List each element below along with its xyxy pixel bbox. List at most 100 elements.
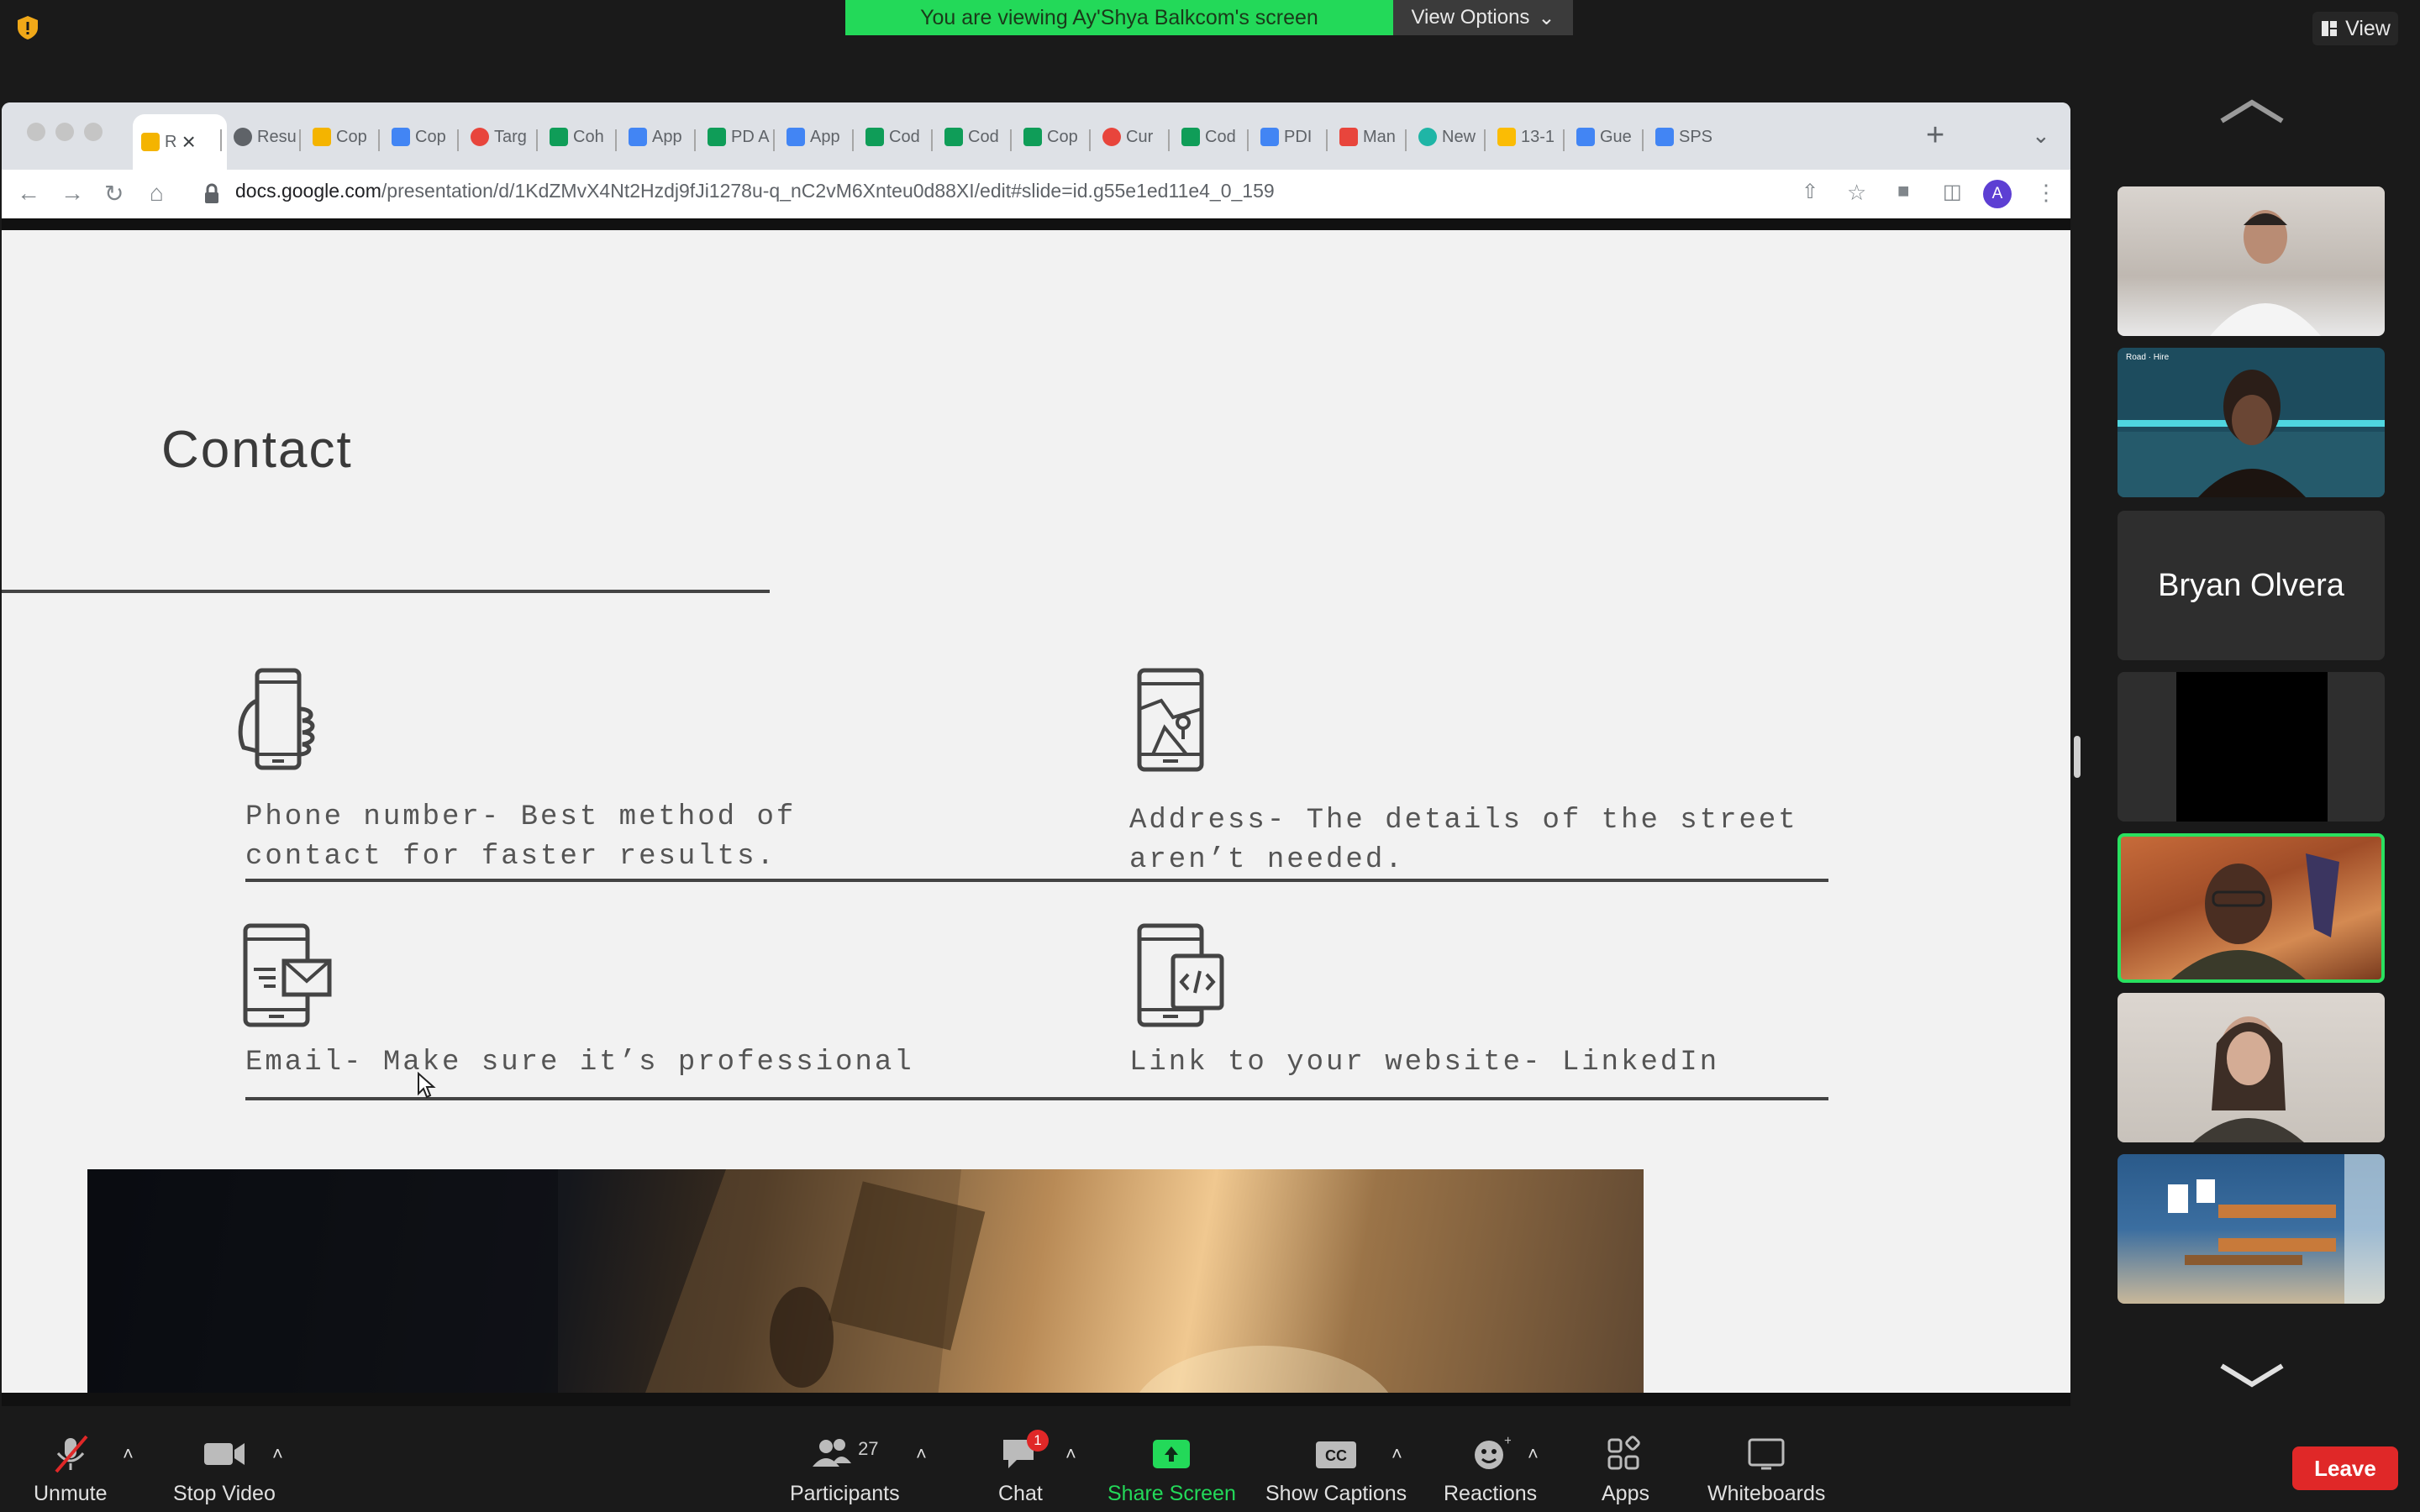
stop-video-button[interactable]: Stop Video [173, 1435, 276, 1506]
security-shield-icon[interactable] [13, 13, 42, 42]
tab-separator [1405, 129, 1407, 151]
home-icon[interactable]: ⌂ [150, 180, 164, 207]
browser-tab[interactable]: Resu [225, 118, 306, 156]
chat-unread-badge: 1 [1027, 1430, 1049, 1452]
gallery-scroll-up-icon[interactable] [2218, 99, 2286, 124]
extensions-puzzle-icon[interactable]: ■ [1897, 180, 1910, 203]
slide-top-border [2, 218, 2070, 230]
whiteboards-button[interactable]: Whiteboards [1707, 1435, 1825, 1506]
participant-name-tile[interactable]: Bryan Olvera [2118, 511, 2385, 660]
view-options-button[interactable]: View Options ⌄ [1393, 0, 1573, 35]
tab-separator [931, 129, 933, 151]
apps-button[interactable]: Apps [1602, 1435, 1649, 1506]
view-button[interactable]: View [2312, 12, 2398, 45]
browser-tab[interactable]: Man [1331, 118, 1412, 156]
share-icon[interactable]: ⇧ [1802, 180, 1818, 204]
lock-icon[interactable] [203, 183, 220, 205]
reload-icon[interactable]: ↻ [104, 180, 124, 207]
browser-tab[interactable]: Cop [1015, 118, 1096, 156]
browser-tab[interactable]: Cod [936, 118, 1017, 156]
close-tab-icon[interactable]: × [182, 129, 195, 155]
globe-icon [234, 128, 252, 146]
slide-title: Contact [161, 421, 353, 479]
browser-tab[interactable]: Cop [304, 118, 385, 156]
tab-separator [852, 129, 854, 151]
new-tab-plus-icon[interactable]: + [1926, 118, 1944, 154]
slide-bottom-border [2, 1393, 2070, 1406]
browser-tab[interactable]: Coh [541, 118, 622, 156]
browser-tab[interactable]: Cod [857, 118, 938, 156]
phone-line-1: Phone number- Best method of [245, 801, 797, 833]
browser-tab[interactable]: App [778, 118, 859, 156]
unmute-button[interactable]: Unmute [34, 1435, 108, 1506]
gallery-scroll-down-icon[interactable] [2218, 1362, 2286, 1388]
browser-tab[interactable]: R × [133, 114, 227, 170]
participant-video-tile-2[interactable]: Road · Hire [2118, 348, 2385, 497]
browser-tab[interactable]: Cop [383, 118, 464, 156]
forward-arrow-icon[interactable]: → [60, 180, 84, 207]
browser-tab[interactable]: PDI [1252, 118, 1333, 156]
title-underline [2, 590, 770, 593]
browser-tab-label: Cop [1047, 127, 1078, 146]
participant-video-tile-6[interactable] [2118, 993, 2385, 1142]
reactions-label: Reactions [1444, 1482, 1538, 1505]
browser-tab[interactable]: SPS [1647, 118, 1728, 156]
sheets-icon [708, 128, 726, 146]
profile-avatar[interactable]: A [1983, 180, 2012, 208]
browser-tab[interactable]: PD A [699, 118, 780, 156]
participant-video-tile-4[interactable] [2118, 672, 2385, 822]
video-options-caret-icon[interactable]: ˄ [272, 1443, 283, 1465]
browser-tab[interactable]: Cod [1173, 118, 1254, 156]
tab-separator [1168, 129, 1170, 151]
slide-photo-subway-car [87, 1169, 1644, 1406]
link-line-1: Link to your website- LinkedIn [1129, 1047, 1720, 1079]
audio-options-caret-icon[interactable]: ˄ [123, 1443, 134, 1465]
leave-meeting-button[interactable]: Leave [2292, 1446, 2398, 1490]
browser-tab-label: Cop [336, 127, 367, 146]
apps-icon [1607, 1436, 1641, 1470]
window-maximize-dot[interactable] [84, 123, 103, 141]
participants-button[interactable]: 27 Participants [790, 1435, 900, 1506]
url-field[interactable]: docs.google.com/presentation/d/1KdZMvX4N… [235, 180, 1275, 202]
email-line-1: Email- Make sure it’s professional [245, 1047, 914, 1079]
browser-tab-label: Gue [1600, 127, 1632, 146]
browser-tab[interactable]: Gue [1568, 118, 1649, 156]
browser-tab-label: Cop [415, 127, 446, 146]
browser-tab[interactable]: New [1410, 118, 1491, 156]
participant-virtual-bg-tile[interactable] [2118, 1154, 2385, 1304]
browser-tab[interactable]: Targ [462, 118, 543, 156]
window-minimize-dot[interactable] [55, 123, 74, 141]
active-speaker-tile[interactable] [2118, 833, 2385, 983]
phone-text: Phone number- Best method of contact for… [245, 798, 796, 877]
target-icon [1102, 128, 1121, 146]
participant-video-tile-1[interactable] [2118, 186, 2385, 336]
chat-options-caret-icon[interactable]: ˄ [1065, 1443, 1076, 1465]
side-panel-icon[interactable]: ◫ [1943, 180, 1962, 204]
reactions-button[interactable]: + Reactions [1444, 1435, 1537, 1506]
m-icon [1418, 128, 1437, 146]
participant-name: Bryan Olvera [2158, 567, 2344, 603]
address-text: Address- The details of the street aren’… [1129, 801, 1798, 880]
browser-menu-icon[interactable]: ⋮ [2035, 180, 2057, 206]
browser-tab-label: Resu [257, 127, 297, 146]
browser-tab[interactable]: App [620, 118, 701, 156]
browser-tab-label: PDI [1284, 127, 1313, 146]
browser-tab[interactable]: Cur [1094, 118, 1175, 156]
sheets-icon [1181, 128, 1200, 146]
show-captions-label: Show Captions [1265, 1482, 1407, 1505]
participants-options-caret-icon[interactable]: ˄ [916, 1443, 927, 1465]
panel-resize-handle[interactable] [2074, 736, 2081, 778]
tab-search-chevron-icon[interactable]: ⌄ [2032, 123, 2050, 149]
bookmark-star-icon[interactable]: ☆ [1847, 180, 1866, 206]
tab-separator [694, 129, 696, 151]
reactions-options-caret-icon[interactable]: ˄ [1528, 1443, 1539, 1465]
browser-tab-label: Cod [889, 127, 920, 146]
captions-options-caret-icon[interactable]: ˄ [1392, 1443, 1402, 1465]
back-arrow-icon[interactable]: ← [17, 180, 40, 207]
browser-tab[interactable]: 13-1 [1489, 118, 1570, 156]
participant-count: 27 [858, 1438, 879, 1459]
window-close-dot[interactable] [27, 123, 45, 141]
show-captions-button[interactable]: CC Show Captions [1265, 1435, 1407, 1506]
share-screen-button[interactable]: Share Screen [1107, 1435, 1236, 1506]
shared-browser-window: R × Resu Cop Cop Targ Coh App PD A App Cod Cod Cop Cu… [2, 102, 2070, 1406]
